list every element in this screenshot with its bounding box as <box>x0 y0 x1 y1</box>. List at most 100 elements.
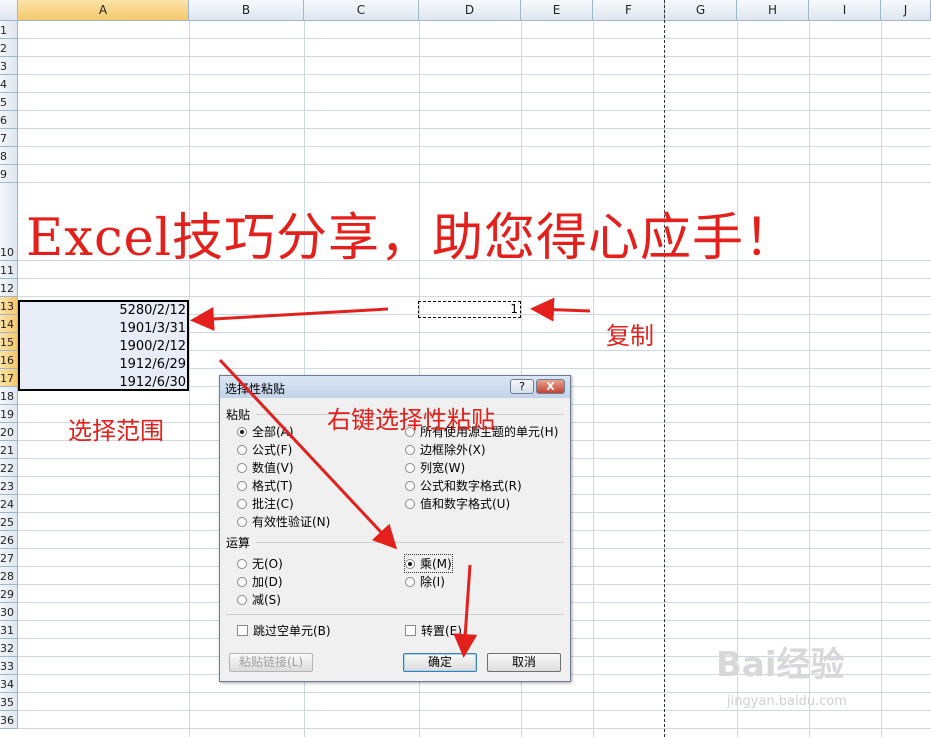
annotation-title: Excel技巧分享，助您得心应手！ <box>26 209 797 268</box>
row-number: 9 <box>0 168 7 181</box>
row-header-11[interactable]: 11 <box>0 261 18 279</box>
row-number: 8 <box>0 150 7 163</box>
column-header-e[interactable]: E <box>521 0 593 21</box>
row-header-17[interactable]: 17 <box>0 369 18 387</box>
paste-comments-radio[interactable]: 批注(C) <box>237 495 294 512</box>
row-header-10[interactable]: 10 <box>0 183 18 261</box>
row-header-27[interactable]: 27 <box>0 549 18 567</box>
op-add-radio[interactable]: 加(D) <box>237 573 283 590</box>
row-number: 5 <box>0 96 7 109</box>
row-number: 11 <box>0 264 14 277</box>
column-header-c[interactable]: C <box>304 0 419 21</box>
column-header-g[interactable]: G <box>665 0 737 21</box>
column-header-i[interactable]: I <box>809 0 881 21</box>
op-divide-radio[interactable]: 除(I) <box>405 573 445 590</box>
select-all-corner[interactable] <box>0 0 18 21</box>
radio-icon <box>237 462 247 473</box>
column-header-f[interactable]: F <box>593 0 665 21</box>
row-header-7[interactable]: 7 <box>0 129 18 147</box>
cancel-button[interactable]: 取消 <box>487 653 561 672</box>
row-number: 10 <box>0 246 14 259</box>
row-number: 26 <box>0 534 14 547</box>
paste-validation-radio[interactable]: 有效性验证(N) <box>237 513 330 530</box>
row-header-23[interactable]: 23 <box>0 477 18 495</box>
row-header-33[interactable]: 33 <box>0 657 18 675</box>
cell-a16[interactable]: 1912/6/29 <box>20 357 186 372</box>
copied-cell-d13[interactable]: 1 <box>418 301 521 318</box>
row-header-16[interactable]: 16 <box>0 351 18 369</box>
row-header-8[interactable]: 8 <box>0 147 18 165</box>
annotation-select-range: 选择范围 <box>68 417 164 445</box>
paste-column-widths-radio[interactable]: 列宽(W) <box>405 459 465 476</box>
skip-blanks-checkbox[interactable]: 跳过空单元(B) <box>237 622 331 639</box>
dialog-titlebar[interactable]: 选择性粘贴 ? X <box>220 376 570 398</box>
row-header-14[interactable]: 14 <box>0 315 18 333</box>
row-header-21[interactable]: 21 <box>0 441 18 459</box>
help-button[interactable]: ? <box>510 379 534 394</box>
op-subtract-radio[interactable]: 减(S) <box>237 591 281 608</box>
row-header-20[interactable]: 20 <box>0 423 18 441</box>
operation-section-label: 运算 <box>226 536 251 550</box>
transpose-checkbox[interactable]: 转置(E) <box>405 622 462 639</box>
row-header-19[interactable]: 19 <box>0 405 18 423</box>
cell-a14[interactable]: 1901/3/31 <box>20 321 186 336</box>
row-header-35[interactable]: 35 <box>0 693 18 711</box>
op-none-radio[interactable]: 无(O) <box>237 555 283 572</box>
cell-a13[interactable]: 5280/2/12 <box>20 303 186 318</box>
row-header-5[interactable]: 5 <box>0 93 18 111</box>
column-header-a[interactable]: A <box>18 0 189 21</box>
row-header-3[interactable]: 3 <box>0 57 18 75</box>
close-button[interactable]: X <box>536 379 565 394</box>
column-header-h[interactable]: H <box>737 0 809 21</box>
column-header-j[interactable]: J <box>881 0 931 21</box>
column-header-d[interactable]: D <box>419 0 521 21</box>
row-header-30[interactable]: 30 <box>0 603 18 621</box>
option-label: 公式(F) <box>252 443 293 457</box>
row-header-2[interactable]: 2 <box>0 39 18 57</box>
cell-a15[interactable]: 1900/2/12 <box>20 339 186 354</box>
radio-selected-icon <box>237 426 247 437</box>
paste-except-borders-radio[interactable]: 边框除外(X) <box>405 441 486 458</box>
row-header-1[interactable]: 1 <box>0 21 18 39</box>
radio-icon <box>237 516 247 527</box>
row-header-24[interactable]: 24 <box>0 495 18 513</box>
paste-all-radio[interactable]: 全部(A) <box>237 423 294 440</box>
row-number: 22 <box>0 462 14 475</box>
row-number: 4 <box>0 78 7 91</box>
column-header-b[interactable]: B <box>189 0 304 21</box>
option-label: 边框除外(X) <box>420 443 486 457</box>
paste-values-radio[interactable]: 数值(V) <box>237 459 294 476</box>
paste-formats-radio[interactable]: 格式(T) <box>237 477 293 494</box>
cell-a17[interactable]: 1912/6/30 <box>20 375 186 390</box>
row-header-25[interactable]: 25 <box>0 513 18 531</box>
row-header-15[interactable]: 15 <box>0 333 18 351</box>
row-header-28[interactable]: 28 <box>0 567 18 585</box>
row-header-29[interactable]: 29 <box>0 585 18 603</box>
paste-formulas-radio[interactable]: 公式(F) <box>237 441 292 458</box>
row-header-9[interactable]: 9 <box>0 165 18 183</box>
row-header-13[interactable]: 13 <box>0 297 18 315</box>
radio-icon <box>237 444 247 455</box>
row-number: 18 <box>0 390 14 403</box>
row-number: 16 <box>0 354 14 367</box>
row-header-4[interactable]: 4 <box>0 75 18 93</box>
row-header-36[interactable]: 36 <box>0 711 18 729</box>
paste-values-numbers-radio[interactable]: 值和数字格式(U) <box>405 495 510 512</box>
op-multiply-radio[interactable]: 乘(M) <box>404 554 453 573</box>
row-number: 23 <box>0 480 14 493</box>
row-number: 36 <box>0 714 14 727</box>
row-header-34[interactable]: 34 <box>0 675 18 693</box>
row-header-22[interactable]: 22 <box>0 459 18 477</box>
row-header-12[interactable]: 12 <box>0 279 18 297</box>
row-header-31[interactable]: 31 <box>0 621 18 639</box>
row-header-32[interactable]: 32 <box>0 639 18 657</box>
row-header-6[interactable]: 6 <box>0 111 18 129</box>
paste-link-button[interactable]: 粘贴链接(L) <box>229 653 313 672</box>
row-header-26[interactable]: 26 <box>0 531 18 549</box>
row-header-18[interactable]: 18 <box>0 387 18 405</box>
option-label: 列宽(W) <box>420 461 466 475</box>
radio-icon <box>237 480 247 491</box>
ok-button[interactable]: 确定 <box>403 653 477 672</box>
paste-formulas-numbers-radio[interactable]: 公式和数字格式(R) <box>405 477 522 494</box>
option-label: 公式和数字格式(R) <box>420 479 522 493</box>
